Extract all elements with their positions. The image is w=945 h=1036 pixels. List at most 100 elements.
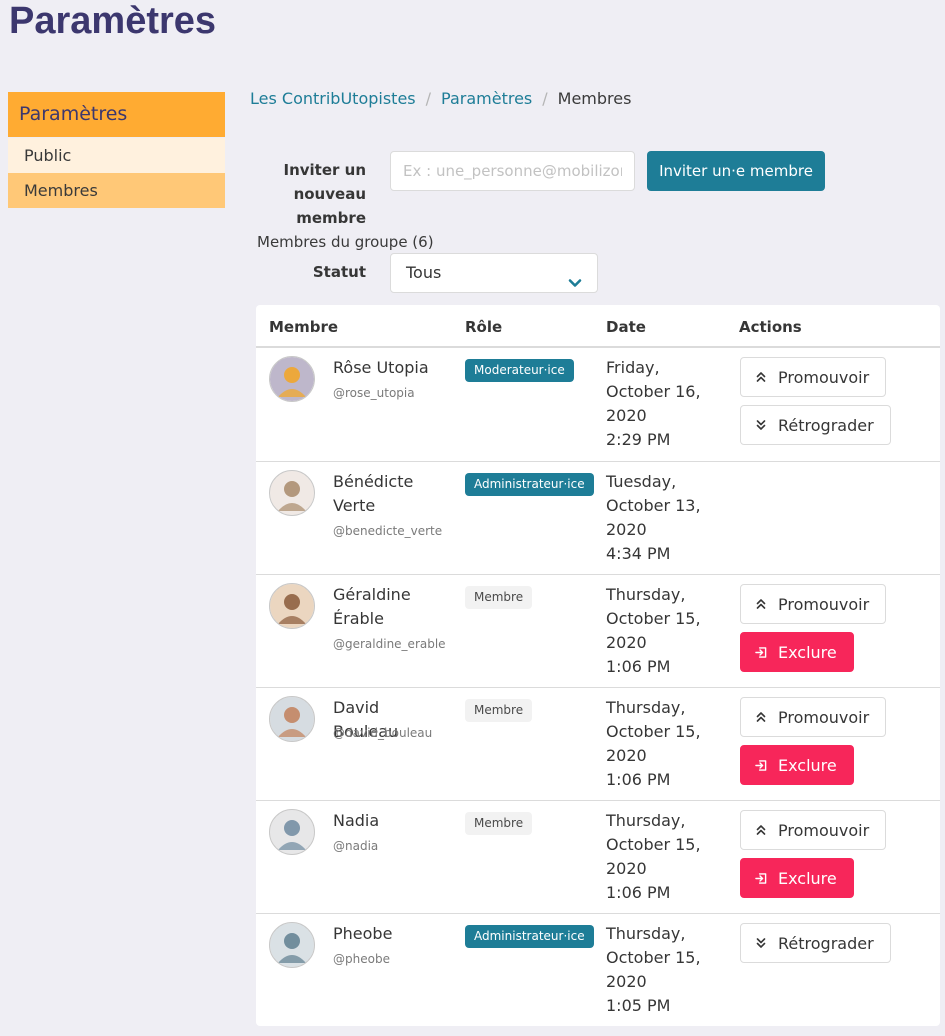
avatar	[269, 583, 315, 629]
member-name: Géraldine Érable	[333, 585, 411, 628]
date-line: Thursday,	[606, 924, 686, 943]
demote-button[interactable]: Rétrograder	[740, 405, 891, 445]
chevron-double-up-icon	[755, 711, 767, 723]
invite-email-input[interactable]	[390, 151, 635, 191]
date-line: 1:06 PM	[606, 657, 671, 676]
invite-member-button[interactable]: Inviter un·e membre	[647, 151, 825, 191]
promote-button[interactable]: Promouvoir	[740, 697, 887, 737]
member-date: Thursday, October 15, 2020 1:05 PM	[606, 922, 716, 1018]
column-header-actions: Actions	[739, 318, 802, 336]
member-date: Thursday, October 15, 2020 1:06 PM	[606, 809, 716, 905]
member-handle: @david_bouleau	[333, 726, 433, 740]
date-line: Thursday,	[606, 585, 686, 604]
breadcrumb-group[interactable]: Les ContribUtopistes	[250, 89, 416, 108]
date-line: Thursday,	[606, 811, 686, 830]
table-row: Nadia @nadia Membre Thursday, October 15, 202…	[256, 800, 940, 914]
button-label: Promouvoir	[778, 594, 870, 614]
chevron-double-up-icon	[755, 598, 767, 610]
date-line: 2020	[606, 746, 647, 765]
button-label: Exclure	[778, 642, 837, 662]
role-badge: Moderateur·ice	[465, 359, 574, 382]
avatar	[269, 696, 315, 742]
status-select-value: Tous	[406, 263, 442, 282]
settings-sidebar: Paramètres Public Membres	[8, 92, 225, 208]
table-row: Rôse Utopia @rose_utopia Moderateur·ice Fri…	[256, 348, 940, 461]
date-line: 2020	[606, 633, 647, 652]
date-line: 1:06 PM	[606, 770, 671, 789]
exclude-button[interactable]: Exclure	[740, 858, 854, 898]
date-line: 2020	[606, 406, 647, 425]
sidebar-title: Paramètres	[8, 92, 225, 137]
role-badge: Membre	[465, 699, 533, 722]
promote-button[interactable]: Promouvoir	[740, 810, 887, 850]
date-line: October 15,	[606, 609, 701, 628]
chevron-down-icon	[568, 266, 582, 304]
member-handle: @rose_utopia	[333, 386, 415, 400]
date-line: Thursday,	[606, 698, 686, 717]
demote-button[interactable]: Rétrograder	[740, 923, 891, 963]
date-line: Friday,	[606, 358, 660, 377]
member-name: Rôse Utopia	[333, 358, 429, 377]
member-handle: @nadia	[333, 839, 379, 853]
button-label: Promouvoir	[778, 820, 870, 840]
table-row: Pheobe @pheobe Administrateur·ice Thursday,…	[256, 913, 940, 1027]
column-header-date: Date	[606, 318, 646, 336]
role-badge: Administrateur·ice	[465, 473, 594, 496]
button-label: Exclure	[778, 868, 837, 888]
avatar	[269, 356, 315, 402]
exit-icon	[755, 872, 767, 885]
button-label: Promouvoir	[778, 707, 870, 727]
status-label: Statut	[312, 263, 366, 281]
date-line: 2:29 PM	[606, 430, 671, 449]
promote-button[interactable]: Promouvoir	[740, 584, 887, 624]
page-title: Paramètres	[9, 0, 217, 42]
exclude-button[interactable]: Exclure	[740, 745, 854, 785]
date-line: 2020	[606, 520, 647, 539]
column-header-role: Rôle	[465, 318, 503, 336]
member-name: Bénédicte Verte	[333, 472, 414, 515]
role-badge: Membre	[465, 812, 533, 835]
date-line: October 13,	[606, 496, 701, 515]
breadcrumb-current: Membres	[557, 89, 632, 108]
chevron-double-up-icon	[755, 824, 767, 836]
exit-icon	[755, 759, 767, 772]
member-name: Pheobe	[333, 924, 393, 943]
table-row: Bénédicte Verte @benedicte_verte Administr…	[256, 461, 940, 575]
member-handle: @benedicte_verte	[333, 524, 443, 538]
sidebar-item-members[interactable]: Membres	[8, 173, 225, 208]
table-row: Géraldine Érable @geraldine_erable Membre T…	[256, 574, 940, 688]
date-line: October 15,	[606, 948, 701, 967]
avatar	[269, 922, 315, 968]
exit-icon	[755, 646, 767, 659]
role-badge: Administrateur·ice	[465, 925, 594, 948]
promote-button[interactable]: Promouvoir	[740, 357, 887, 397]
date-line: 2020	[606, 972, 647, 991]
chevron-double-up-icon	[755, 371, 767, 383]
invite-label: Inviter un nouveau membre	[283, 161, 367, 227]
button-label: Promouvoir	[778, 367, 870, 387]
date-line: Tuesday,	[606, 472, 677, 491]
date-line: October 16,	[606, 382, 701, 401]
column-header-member: Membre	[269, 318, 339, 336]
members-table: Membre Rôle Date Actions Rôse Utopia @ros…	[256, 305, 940, 1026]
member-date: Thursday, October 15, 2020 1:06 PM	[606, 696, 716, 792]
date-line: 1:06 PM	[606, 883, 671, 902]
member-handle: @pheobe	[333, 952, 390, 966]
exclude-button[interactable]: Exclure	[740, 632, 854, 672]
date-line: October 15,	[606, 835, 701, 854]
breadcrumb: Les ContribUtopistes / Paramètres / Membres	[250, 89, 632, 108]
button-label: Rétrograder	[778, 933, 874, 953]
status-select[interactable]: Tous	[390, 253, 598, 293]
group-members-count: Membres du groupe (6)	[257, 233, 434, 251]
chevron-double-down-icon	[755, 419, 767, 431]
date-line: 1:05 PM	[606, 996, 671, 1015]
member-date: Thursday, October 15, 2020 1:06 PM	[606, 583, 716, 679]
avatar	[269, 470, 315, 516]
date-line: October 15,	[606, 722, 701, 741]
table-row: David Bouleau @david_bouleau Membre Thursda…	[256, 687, 940, 801]
sidebar-item-public[interactable]: Public	[8, 138, 225, 173]
member-name: Nadia	[333, 811, 380, 830]
breadcrumb-settings[interactable]: Paramètres	[441, 89, 532, 108]
date-line: 4:34 PM	[606, 544, 671, 563]
role-badge: Membre	[465, 586, 533, 609]
